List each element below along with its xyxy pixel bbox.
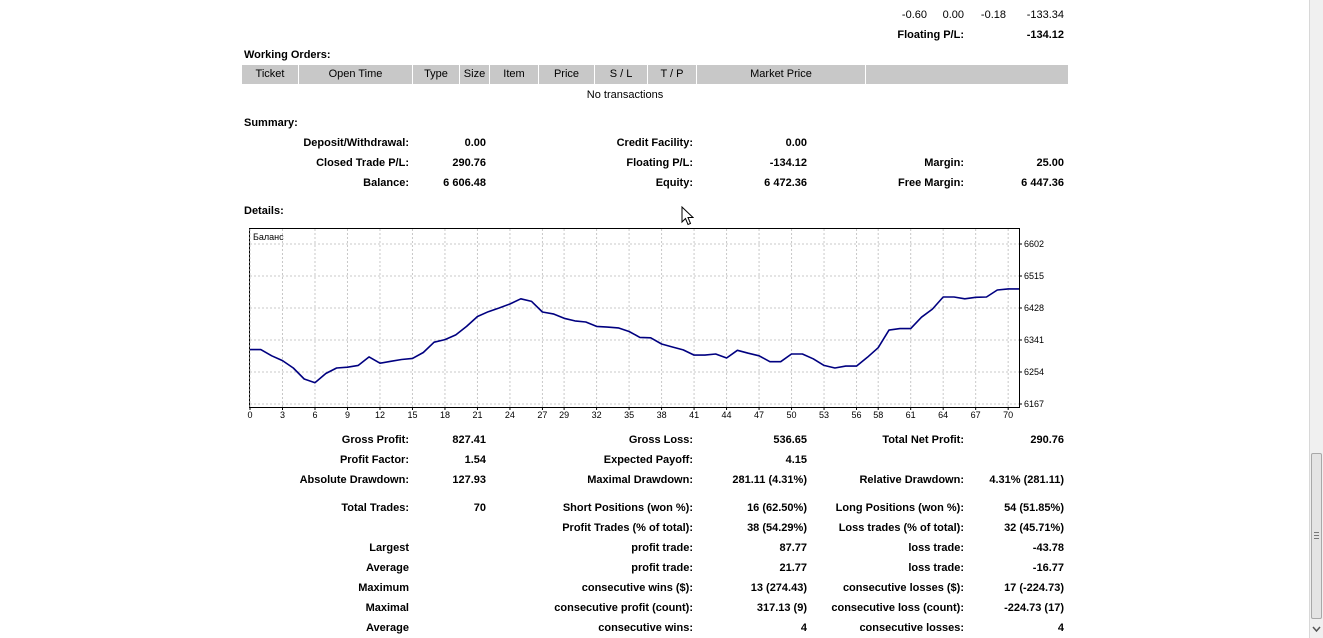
maximal-label: Maximal: [365, 602, 409, 614]
profit-trades-value: 38 (54.29%): [747, 522, 807, 534]
largest-loss-value: -43.78: [1032, 542, 1064, 554]
maximum-label: Maximum: [358, 582, 409, 594]
x-tick-label: 38: [657, 410, 667, 420]
x-tick-label: 0: [247, 410, 252, 420]
maximal-drawdown-label: Maximal Drawdown:: [587, 474, 693, 486]
short-positions-value: 16 (62.50%): [747, 502, 807, 514]
x-tick-label: 58: [873, 410, 883, 420]
total-net-value: 290.76: [1030, 434, 1064, 446]
y-tick-label: 6602: [1024, 239, 1044, 249]
scrollbar-thumb[interactable]: [1311, 453, 1322, 619]
max-consecutive-wins-label: consecutive wins ($):: [581, 582, 693, 594]
x-tick-label: 6: [312, 410, 317, 420]
x-tick-label: 56: [852, 410, 862, 420]
x-tick-label: 29: [559, 410, 569, 420]
profit-trades-label: Profit Trades (% of total):: [562, 522, 693, 534]
scrollbar-grip-icon: [1314, 532, 1319, 540]
maximal-consecutive-loss-value: -224.73 (17): [1004, 602, 1064, 614]
x-tick-label: 9: [345, 410, 350, 420]
expected-payoff-label: Expected Payoff:: [603, 454, 693, 466]
total-trades-label: Total Trades:: [341, 502, 409, 514]
average-consecutive-losses-label: consecutive losses:: [859, 622, 964, 634]
x-tick-label: 70: [1003, 410, 1013, 420]
long-positions-value: 54 (51.85%): [1004, 502, 1064, 514]
x-tick-label: 32: [592, 410, 602, 420]
average-profit-label: profit trade:: [631, 562, 693, 574]
gross-profit-label: Gross Profit:: [341, 434, 409, 446]
x-tick-label: 35: [624, 410, 634, 420]
vertical-scrollbar[interactable]: [1309, 0, 1323, 638]
total-trades-value: 70: [473, 502, 486, 514]
max-consecutive-losses-value: 17 (-224.73): [1004, 582, 1064, 594]
x-tick-label: 64: [938, 410, 948, 420]
average-consecutive-label: Average: [365, 622, 409, 634]
x-tick-label: 47: [754, 410, 764, 420]
x-tick-label: 18: [440, 410, 450, 420]
expected-payoff-value: 4.15: [785, 454, 807, 466]
x-tick-label: 67: [971, 410, 981, 420]
x-tick-label: 27: [537, 410, 547, 420]
average-profit-value: 21.77: [779, 562, 807, 574]
largest-label: Largest: [369, 542, 409, 554]
average-label: Average: [365, 562, 409, 574]
average-loss-label: loss trade:: [908, 562, 964, 574]
x-tick-label: 21: [472, 410, 482, 420]
largest-loss-label: loss trade:: [908, 542, 964, 554]
y-tick-label: 6341: [1024, 335, 1044, 345]
x-tick-label: 12: [375, 410, 385, 420]
max-consecutive-losses-label: consecutive losses ($):: [842, 582, 964, 594]
scroll-down-arrow-icon[interactable]: [1311, 622, 1322, 636]
balance-series-line: [250, 288, 1019, 384]
gross-loss-value: 536.65: [773, 434, 807, 446]
absolute-drawdown-value: 127.93: [452, 474, 486, 486]
relative-drawdown-label: Relative Drawdown:: [859, 474, 964, 486]
largest-profit-label: profit trade:: [631, 542, 693, 554]
profit-factor-label: Profit Factor:: [339, 454, 409, 466]
profit-factor-value: 1.54: [464, 454, 486, 466]
gross-profit-value: 827.41: [452, 434, 486, 446]
y-tick-label: 6428: [1024, 303, 1044, 313]
maximal-consecutive-profit-label: consecutive profit (count):: [554, 602, 693, 614]
y-tick-label: 6167: [1024, 399, 1044, 409]
x-tick-label: 3: [280, 410, 285, 420]
loss-trades-label: Loss trades (% of total):: [838, 522, 964, 534]
x-tick-label: 41: [689, 410, 699, 420]
maximal-drawdown-value: 281.11 (4.31%): [732, 474, 807, 486]
balance-chart-svg: 6602651564286341625461670 3 6 9 12 15 18 21 24 27…: [247, 229, 1044, 420]
y-tick-label: 6254: [1024, 367, 1044, 377]
average-consecutive-losses-value: 4: [1057, 622, 1064, 634]
average-consecutive-wins-value: 4: [800, 622, 807, 634]
gross-loss-label: Gross Loss:: [628, 434, 693, 446]
average-loss-value: -16.77: [1032, 562, 1064, 574]
x-tick-label: 15: [407, 410, 417, 420]
max-consecutive-wins-value: 13 (274.43): [750, 582, 807, 594]
long-positions-label: Long Positions (won %):: [835, 502, 964, 514]
x-tick-label: 44: [722, 410, 732, 420]
short-positions-label: Short Positions (won %):: [562, 502, 693, 514]
loss-trades-value: 32 (45.71%): [1004, 522, 1064, 534]
absolute-drawdown-label: Absolute Drawdown:: [299, 474, 409, 486]
maximal-consecutive-profit-value: 317.13 (9): [756, 602, 807, 614]
average-consecutive-wins-label: consecutive wins:: [598, 622, 693, 634]
x-tick-label: 50: [787, 410, 797, 420]
total-net-label: Total Net Profit:: [882, 434, 964, 446]
x-tick-label: 61: [906, 410, 916, 420]
maximal-consecutive-loss-label: consecutive loss (count):: [831, 602, 964, 614]
relative-drawdown-value: 4.31% (281.11): [989, 474, 1064, 486]
largest-profit-value: 87.77: [779, 542, 807, 554]
x-tick-label: 24: [505, 410, 515, 420]
x-tick-label: 53: [819, 410, 829, 420]
y-tick-label: 6515: [1024, 271, 1044, 281]
